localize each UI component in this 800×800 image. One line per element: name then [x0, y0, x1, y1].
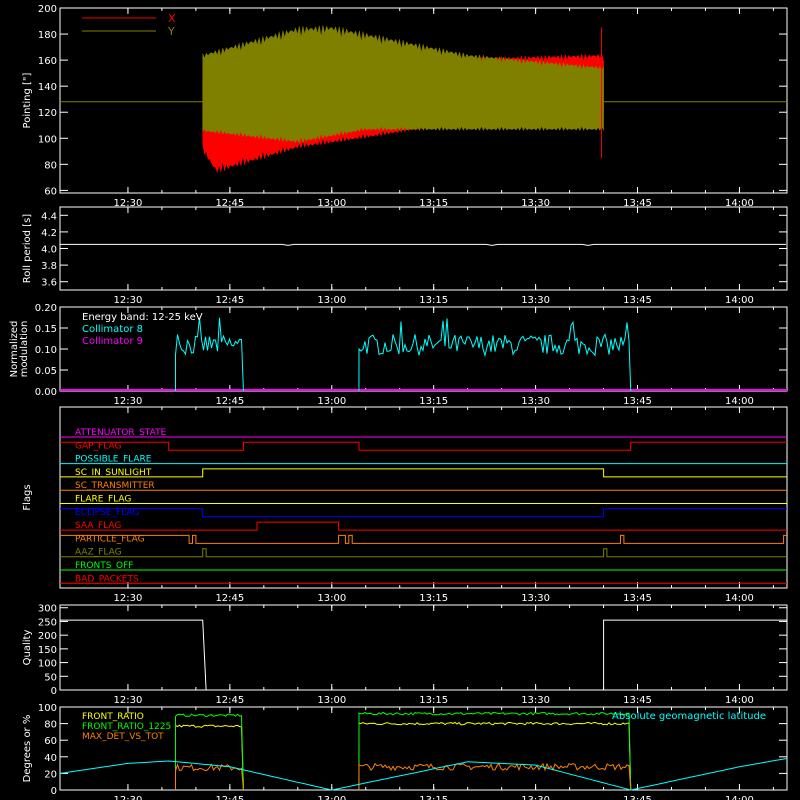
- time-tick-label: 12:30: [114, 593, 143, 604]
- time-tick-label: 14:00: [725, 396, 754, 407]
- flag-label: SC_TRANSMITTER: [75, 481, 155, 491]
- y-tick-label: 300: [38, 604, 57, 615]
- time-tick-label: 13:45: [623, 795, 652, 800]
- time-tick-label: 12:45: [215, 695, 244, 706]
- y-tick-label: 140: [38, 82, 57, 93]
- y-tick-label: 200: [38, 631, 57, 642]
- time-tick-label: 12:45: [215, 593, 244, 604]
- y-axis-label: Degrees or %: [22, 715, 33, 783]
- y-tick-label: 40: [44, 753, 57, 764]
- time-tick-label: 13:30: [521, 795, 550, 800]
- time-tick-label: 13:00: [317, 396, 346, 407]
- y-tick-label: 4.0: [41, 245, 57, 256]
- y-tick-label: 0.05: [35, 366, 57, 377]
- time-tick-label: 12:30: [114, 695, 143, 706]
- time-tick-label: 13:15: [419, 593, 448, 604]
- time-tick-label: 13:00: [317, 695, 346, 706]
- y-tick-label: 120: [38, 108, 57, 119]
- time-tick-label: 13:15: [419, 795, 448, 800]
- time-tick-label: 12:30: [114, 295, 143, 306]
- y-tick-label: 20: [44, 769, 57, 780]
- time-tick-label: 13:30: [521, 396, 550, 407]
- time-tick-label: 13:45: [623, 396, 652, 407]
- energy-band-annotation: Energy band: 12-25 keV: [82, 312, 203, 323]
- y-axis-label: modulation: [19, 321, 30, 378]
- y-tick-label: 60: [44, 736, 57, 747]
- legend-label: MAX_DET_VS_TOT: [82, 732, 164, 742]
- time-tick-label: 13:15: [419, 396, 448, 407]
- y-axis-label: Pointing ["]: [22, 72, 33, 128]
- flag-label: AAZ_FLAG: [75, 548, 122, 558]
- y-tick-label: 200: [38, 4, 57, 15]
- legend-label: Collimator 9: [82, 336, 143, 347]
- flag-label: GAP_FLAG: [75, 441, 121, 451]
- y-tick-label: 150: [38, 645, 57, 656]
- y-tick-label: 50: [44, 672, 57, 683]
- y-tick-label: 180: [38, 30, 57, 41]
- legend-label: Collimator 8: [82, 324, 143, 335]
- time-tick-label: 13:45: [623, 695, 652, 706]
- time-tick-label: 12:30: [114, 396, 143, 407]
- time-tick-label: 13:45: [623, 593, 652, 604]
- time-tick-label: 14:00: [725, 295, 754, 306]
- y-tick-label: 0.10: [35, 345, 57, 356]
- flag-label: FRONTS_OFF: [75, 561, 133, 571]
- right-label: Absolute geomagnetic latitude: [612, 711, 766, 722]
- y-tick-label: 4.4: [41, 211, 57, 222]
- time-tick-label: 13:30: [521, 593, 550, 604]
- y-tick-label: 80: [44, 720, 57, 731]
- y-axis-label: Roll period [s]: [22, 214, 33, 283]
- y-tick-label: 100: [38, 134, 57, 145]
- y-tick-label: 100: [38, 703, 57, 714]
- time-tick-label: 14:00: [725, 695, 754, 706]
- time-tick-label: 12:30: [114, 795, 143, 800]
- time-tick-label: 13:30: [521, 295, 550, 306]
- time-tick-label: 13:00: [317, 593, 346, 604]
- time-tick-label: 12:45: [215, 295, 244, 306]
- y-tick-label: 60: [44, 186, 57, 197]
- legend-label: FRONT_RATIO_1225: [82, 722, 171, 732]
- time-tick-label: 12:45: [215, 396, 244, 407]
- time-tick-label: 13:15: [419, 695, 448, 706]
- y-tick-label: 0: [51, 786, 57, 797]
- y-tick-label: 0: [51, 686, 57, 697]
- time-tick-label: 13:45: [623, 295, 652, 306]
- y-tick-label: 80: [44, 160, 57, 171]
- y-tick-label: 250: [38, 617, 57, 628]
- flag-label: SC_IN_SUNLIGHT: [75, 468, 152, 478]
- flag-label: FLARE_FLAG: [75, 495, 131, 505]
- y-tick-label: 0.15: [35, 324, 57, 335]
- y-axis-label: Flags: [22, 484, 33, 510]
- y-tick-label: 0.00: [35, 387, 57, 398]
- time-tick-label: 14:00: [725, 795, 754, 800]
- time-tick-label: 13:00: [317, 795, 346, 800]
- y-tick-label: 4.2: [41, 228, 57, 239]
- flag-label: PARTICLE_FLAG: [75, 534, 145, 544]
- y-tick-label: 160: [38, 56, 57, 67]
- y-tick-label: 3.6: [41, 278, 57, 289]
- time-tick-label: 13:00: [317, 295, 346, 306]
- legend-label: FRONT_RATIO: [82, 712, 144, 722]
- time-tick-label: 12:45: [215, 795, 244, 800]
- y-tick-label: 3.8: [41, 261, 57, 272]
- y-tick-label: 0.20: [35, 303, 57, 314]
- flag-label: BAD_PACKETS: [75, 574, 139, 584]
- legend-label: Y: [167, 25, 175, 38]
- time-tick-label: 13:30: [521, 695, 550, 706]
- time-tick-label: 14:00: [725, 593, 754, 604]
- legend-label: X: [168, 12, 176, 25]
- flag-label: ECLIPSE_FLAG: [75, 508, 139, 518]
- rhessi-quicklook-chart: 12:30 12:45 13:00 13:15 13:30 13:45 14:00 60 80 1…: [0, 0, 800, 800]
- flag-label: SAA_FLAG: [75, 521, 121, 531]
- y-axis-label: Quality: [22, 630, 33, 666]
- time-tick-label: 13:15: [419, 295, 448, 306]
- flag-label: ATTENUATOR_STATE: [75, 428, 167, 438]
- flag-label: POSSIBLE_FLARE: [75, 455, 152, 465]
- y-tick-label: 100: [38, 659, 57, 670]
